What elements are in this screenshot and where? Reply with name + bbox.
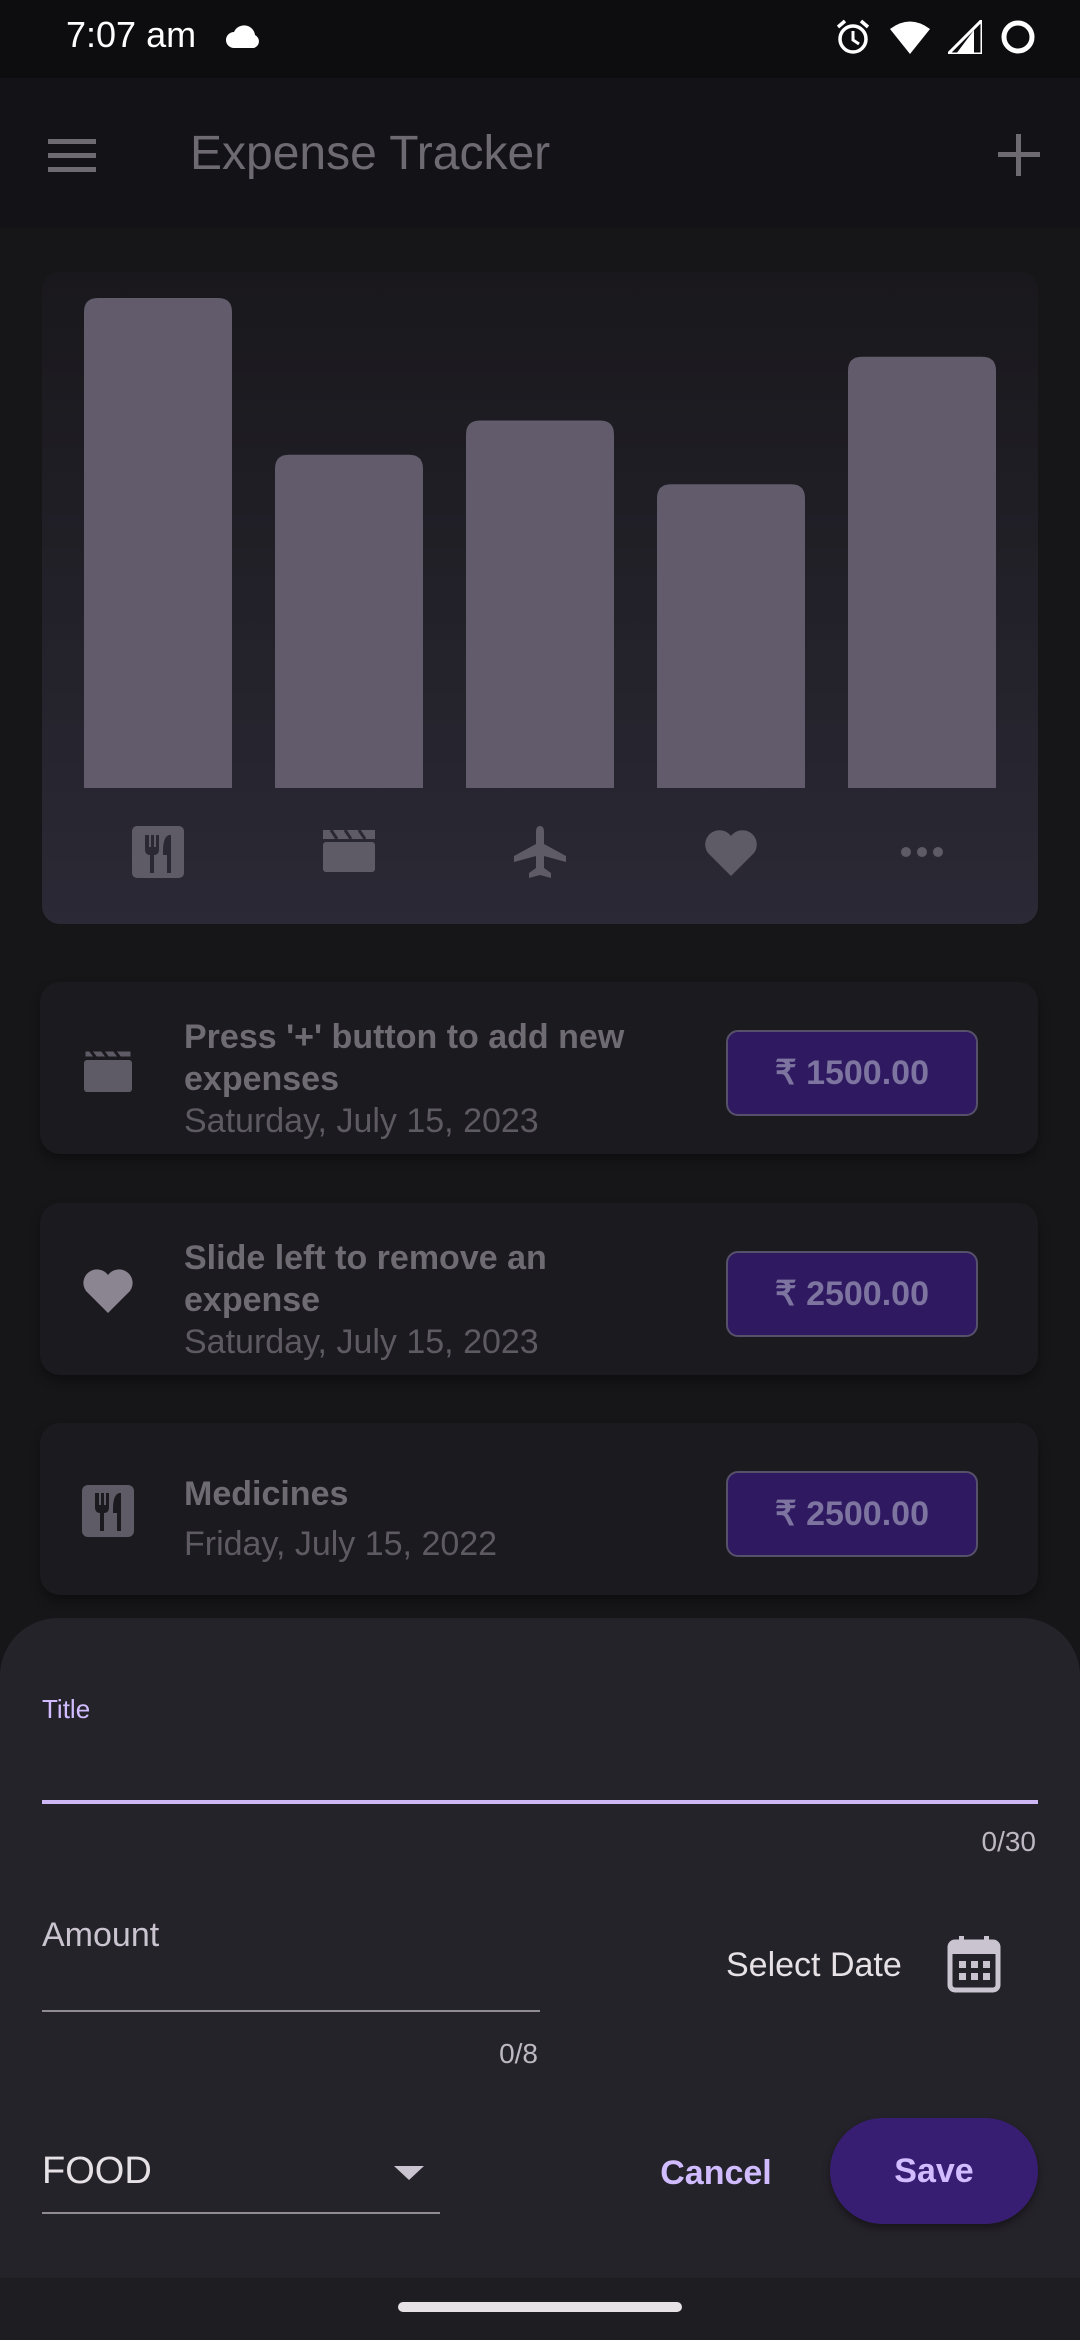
more-horiz-icon <box>901 847 943 857</box>
app-title: Expense Tracker <box>190 127 551 180</box>
status-time: 7:07 am <box>66 14 197 55</box>
title-underline <box>42 1800 1038 1804</box>
expense-amount: ₹ 2500.00 <box>726 1471 978 1557</box>
clapperboard-icon <box>82 1048 134 1092</box>
status-icons <box>834 18 1036 56</box>
expense-title: Slide left to remove an expense <box>184 1239 547 1319</box>
heart-icon <box>83 1269 133 1313</box>
menu-icon[interactable] <box>46 135 98 175</box>
expense-title: Medicines <box>184 1475 349 1513</box>
heart-icon <box>705 830 757 876</box>
category-underline <box>42 2212 440 2214</box>
expense-card[interactable]: Slide left to remove an expense Saturday… <box>40 1203 1038 1375</box>
cancel-button[interactable]: Cancel <box>646 2140 786 2206</box>
airplane-icon <box>514 826 566 878</box>
chart-bar-travel <box>466 420 614 788</box>
calendar-icon[interactable] <box>946 1934 1002 1994</box>
expense-amount: ₹ 2500.00 <box>726 1251 978 1337</box>
category-value: FOOD <box>42 2150 152 2192</box>
cloud-icon <box>226 25 259 48</box>
title-char-counter: 0/30 <box>981 1826 1037 1857</box>
clapperboard-icon <box>323 829 375 872</box>
dropdown-arrow-icon <box>394 2166 424 2180</box>
expense-title: Press '+' button to add new expenses <box>184 1018 625 1098</box>
title-input[interactable] <box>42 1720 1042 1802</box>
expense-amount: ₹ 1500.00 <box>726 1030 978 1116</box>
expense-card[interactable]: Press '+' button to add new expenses Sat… <box>40 982 1038 1154</box>
chart-bar-other <box>848 356 996 788</box>
battery-saver-icon <box>1001 20 1035 54</box>
expense-date: Friday, July 15, 2022 <box>184 1525 498 1563</box>
chart-bar-food <box>84 298 232 788</box>
expense-date: Saturday, July 15, 2023 <box>184 1102 539 1140</box>
amount-underline <box>42 2010 540 2012</box>
chart-bar-health <box>657 484 805 788</box>
chart-bar-leisure <box>275 454 423 788</box>
expense-chart <box>84 298 996 878</box>
fork-knife-icon <box>82 1485 134 1537</box>
amount-input[interactable] <box>42 1910 544 2012</box>
gesture-handle[interactable] <box>398 2302 682 2312</box>
save-button[interactable]: Save <box>830 2118 1038 2224</box>
plus-icon[interactable] <box>994 130 1044 180</box>
fork-knife-icon <box>132 826 184 878</box>
alarm-icon <box>836 19 870 54</box>
select-date-label: Select Date <box>726 1946 902 1984</box>
amount-char-counter: 0/8 <box>499 2038 538 2069</box>
expense-card[interactable]: Medicines Friday, July 15, 2022 ₹ 2500.0… <box>40 1423 1038 1595</box>
wifi-icon <box>890 21 930 54</box>
signal-icon <box>948 20 982 54</box>
expense-date: Saturday, July 15, 2023 <box>184 1323 539 1361</box>
